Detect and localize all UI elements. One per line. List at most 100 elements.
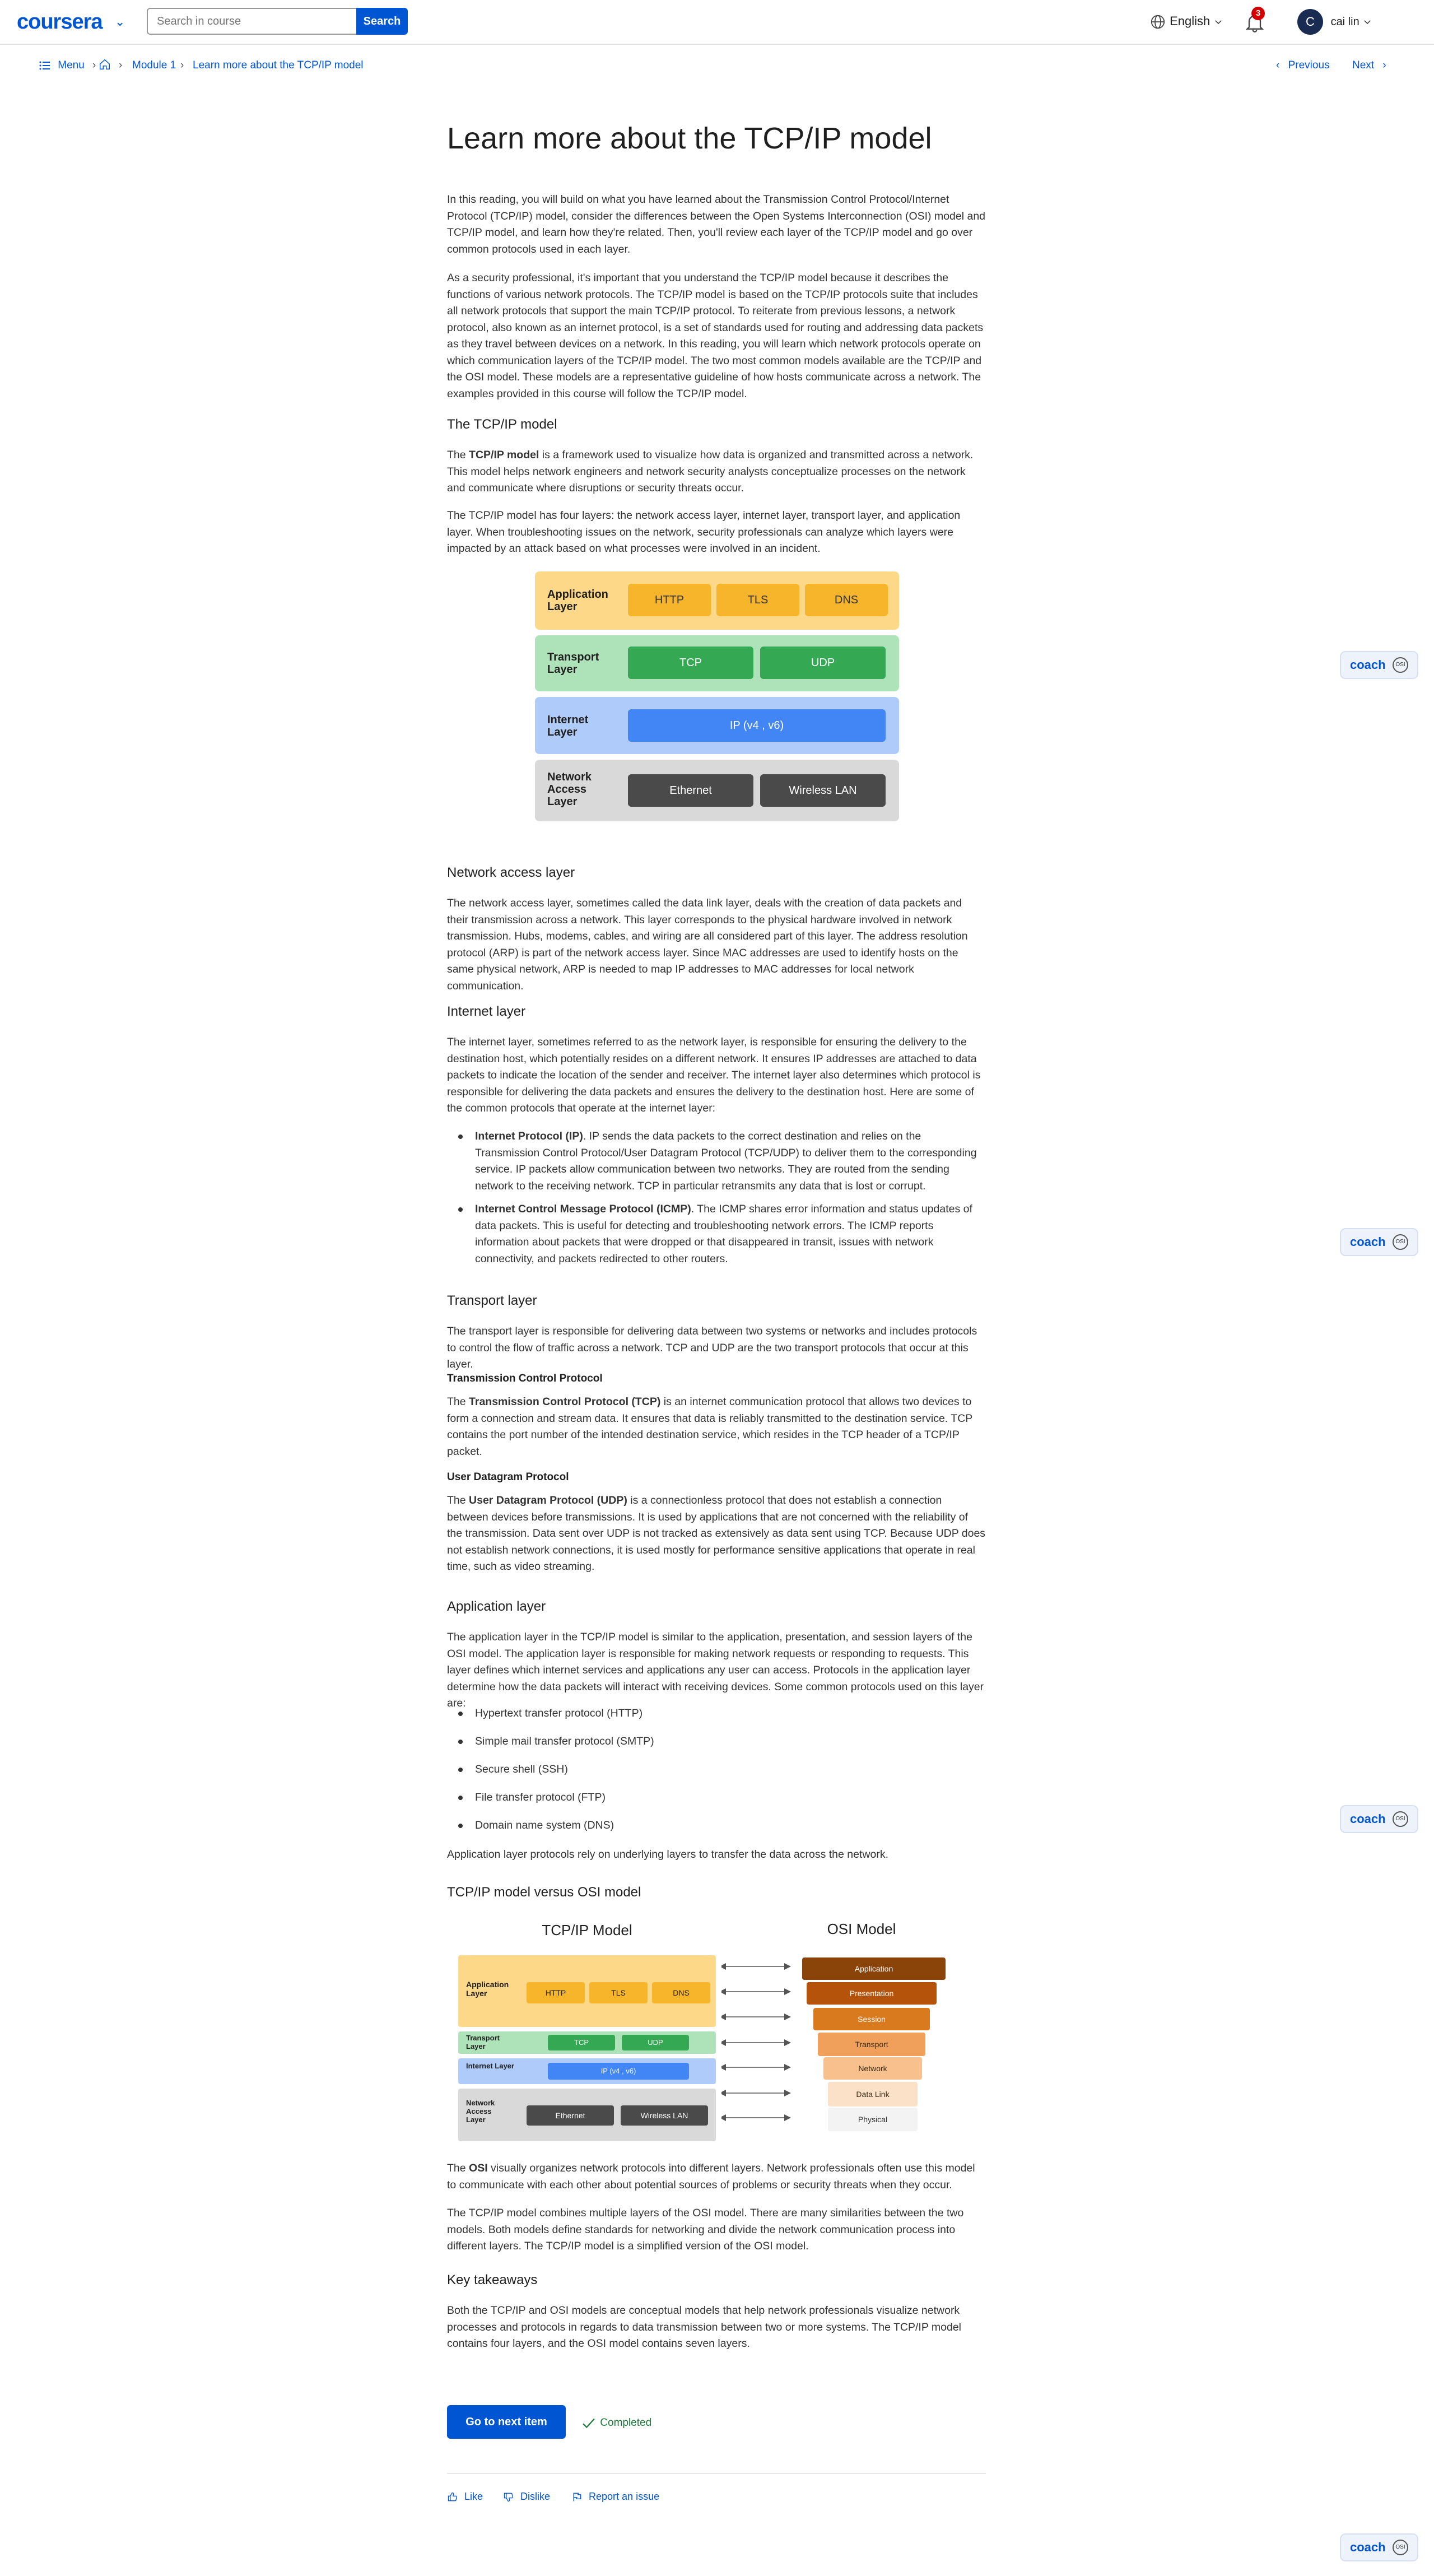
chevron-down-icon [1364, 20, 1371, 25]
go-to-next-item-button[interactable]: Go to next item [447, 2405, 566, 2439]
previous-label: Previous [1288, 59, 1330, 71]
heading-versus: TCP/IP model versus OSI model [447, 1885, 641, 1900]
intro-paragraph-2: As a security professional, it's importa… [447, 272, 984, 400]
breadcrumb: Menu › › Module 1 › Learn more about the… [0, 45, 1434, 87]
tcp-paragraph: The Transmission Control Protocol (TCP) … [447, 1394, 986, 1460]
next-button[interactable]: Next › [1352, 59, 1386, 72]
chevron-down-icon[interactable]: ⌄ [115, 15, 125, 29]
language-label: English [1170, 13, 1210, 28]
udp-paragraph: The User Datagram Protocol (UDP) is a co… [447, 1492, 986, 1575]
osi-layer: Network [823, 2057, 922, 2080]
chevron-right-icon: › [1382, 59, 1386, 71]
protocol-chip: TLS [589, 1982, 648, 2003]
osi-layer: Physical [828, 2108, 918, 2131]
heading-network-access: Network access layer [447, 865, 575, 880]
breadcrumb-module[interactable]: Module 1 [132, 59, 176, 72]
tcpip-paragraph-1: The TCP/IP model is a framework used to … [447, 447, 986, 497]
heading-tcp: Transmission Control Protocol [447, 1373, 603, 1384]
intro-paragraph-1: In this reading, you will build on what … [447, 193, 986, 255]
check-icon [583, 2418, 595, 2429]
list-item: Secure shell (SSH) [458, 1761, 986, 1778]
protocol-chip: IP (v4 , v6) [628, 709, 886, 742]
tcpip-vs-osi-diagram: TCP/IP Model OSI Model Application Layer… [458, 1921, 951, 2249]
user-name: cai lin [1330, 15, 1359, 28]
dislike-button[interactable]: Dislike [503, 2491, 550, 2503]
bold-term: User Datagram Protocol (UDP) [469, 1494, 627, 1506]
protocol-chip: DNS [805, 584, 888, 616]
like-label: Like [464, 2491, 483, 2502]
user-menu[interactable]: C cai lin [1297, 9, 1372, 36]
layer-name: Application Layer [547, 588, 608, 613]
list-item: Internet Control Message Protocol (ICMP)… [458, 1201, 986, 1267]
takeaways-paragraph: Both the TCP/IP and OSI models are conce… [447, 2304, 962, 2350]
coach-label: coach [1350, 2540, 1386, 2554]
search-button[interactable]: Search [356, 8, 408, 35]
osi-badge-icon: OSI [1393, 2540, 1408, 2555]
menu-icon [39, 61, 50, 70]
osi-layer: Transport [818, 2033, 925, 2056]
coach-button[interactable]: coach OSI [1340, 1805, 1418, 1833]
previous-button[interactable]: ‹ Previous [1276, 59, 1330, 72]
language-selector[interactable]: English [1149, 13, 1223, 30]
text: The [447, 1396, 469, 1408]
layer-name: Application Layer [466, 1980, 509, 1998]
list-item: Simple mail transfer protocol (SMTP) [458, 1733, 986, 1750]
layer-name: Transport Layer [547, 651, 599, 676]
protocol-chip: UDP [622, 2035, 689, 2050]
protocol-chip: UDP [760, 647, 886, 679]
application-paragraph: The application layer in the TCP/IP mode… [447, 1631, 984, 1709]
osi-badge-icon: OSI [1393, 1811, 1408, 1827]
bold-term: OSI [469, 2162, 488, 2174]
text: visually organizes network protocols int… [447, 2162, 975, 2191]
list-item: File transfer protocol (FTP) [458, 1789, 986, 1806]
protocol-chip: TLS [716, 584, 799, 616]
search-input[interactable] [147, 8, 356, 35]
coach-button[interactable]: coach OSI [1340, 2533, 1418, 2561]
list-item: Internet Protocol (IP). IP sends the dat… [458, 1128, 986, 1194]
transport-layer-box: Transport Layer TCP UDP [458, 2031, 716, 2054]
chevron-right-icon: › [92, 59, 96, 71]
bold-term: Internet Protocol (IP) [475, 1130, 583, 1142]
network-access-paragraph: The network access layer, sometimes call… [447, 897, 968, 992]
text: The [447, 449, 469, 461]
protocol-chip: HTTP [628, 584, 711, 616]
text: The [447, 1494, 469, 1506]
internet-paragraph: The internet layer, sometimes referred t… [447, 1036, 981, 1114]
protocol-chip: Wireless LAN [621, 2105, 708, 2126]
protocol-chip: DNS [652, 1982, 710, 2003]
heading-tcpip-model: The TCP/IP model [447, 417, 557, 432]
coursera-logo[interactable]: coursera [17, 10, 103, 34]
report-issue-button[interactable]: Report an issue [571, 2491, 659, 2503]
osi-badge-icon: OSI [1393, 1234, 1408, 1250]
menu-label: Menu [58, 59, 85, 71]
protocol-chip: Ethernet [628, 774, 753, 807]
heading-udp: User Datagram Protocol [447, 1471, 569, 1483]
flag-icon [573, 2493, 581, 2501]
protocol-chip: TCP [628, 647, 753, 679]
breadcrumb-current: Learn more about the TCP/IP model [193, 59, 364, 71]
heading-takeaways: Key takeaways [447, 2272, 538, 2287]
thumbs-up-icon [448, 2493, 458, 2501]
page-title: Learn more about the TCP/IP model [447, 122, 932, 155]
osi-layer: Application [802, 1957, 946, 1980]
menu-button[interactable]: Menu [39, 59, 85, 72]
divider [447, 2473, 986, 2474]
network-access-layer-box: Network Access Layer Ethernet Wireless L… [535, 760, 899, 821]
coach-label: coach [1350, 1812, 1386, 1826]
coach-button[interactable]: coach OSI [1340, 651, 1418, 679]
osi-layer: Presentation [807, 1982, 937, 2005]
chevron-right-icon: › [180, 59, 184, 71]
coach-button[interactable]: coach OSI [1340, 1228, 1418, 1256]
avatar: C [1297, 9, 1323, 35]
application-layer-box: Application Layer HTTP TLS DNS [458, 1955, 716, 2027]
thumbs-down-icon [504, 2493, 514, 2502]
protocol-chip: HTTP [527, 1982, 585, 2003]
tcpip-paragraph-2: The TCP/IP model has four layers: the ne… [447, 509, 961, 555]
like-button[interactable]: Like [447, 2491, 483, 2503]
tcpip-model-title: TCP/IP Model [542, 1922, 632, 1938]
heading-application: Application layer [447, 1599, 546, 1614]
home-icon[interactable] [99, 58, 111, 74]
text: The [447, 2162, 469, 2174]
tcpip-layers-diagram: Application Layer HTTP TLS DNS Transport… [535, 571, 899, 822]
internet-layer-box: Internet Layer IP (v4 , v6) [458, 2058, 716, 2084]
